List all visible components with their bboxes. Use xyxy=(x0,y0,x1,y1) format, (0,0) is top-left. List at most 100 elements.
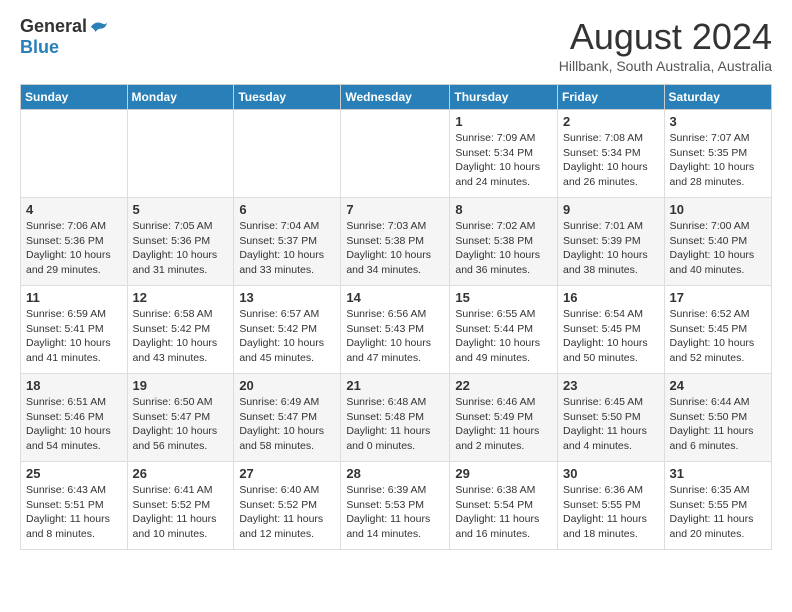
day-info: Sunrise: 6:39 AM Sunset: 5:53 PM Dayligh… xyxy=(346,483,444,542)
day-number: 5 xyxy=(133,202,229,217)
calendar-cell: 17Sunrise: 6:52 AM Sunset: 5:45 PM Dayli… xyxy=(664,286,771,374)
day-info: Sunrise: 6:45 AM Sunset: 5:50 PM Dayligh… xyxy=(563,395,659,454)
day-info: Sunrise: 7:03 AM Sunset: 5:38 PM Dayligh… xyxy=(346,219,444,278)
day-number: 29 xyxy=(455,466,552,481)
day-info: Sunrise: 6:48 AM Sunset: 5:48 PM Dayligh… xyxy=(346,395,444,454)
calendar-cell xyxy=(341,110,450,198)
day-number: 24 xyxy=(670,378,766,393)
day-info: Sunrise: 6:58 AM Sunset: 5:42 PM Dayligh… xyxy=(133,307,229,366)
day-number: 6 xyxy=(239,202,335,217)
calendar-cell: 20 Sunrise: 6:49 AM Sunset: 5:47 PM Dayli… xyxy=(234,374,341,462)
location-subtitle: Hillbank, South Australia, Australia xyxy=(559,58,772,74)
day-info: Sunrise: 6:56 AM Sunset: 5:43 PM Dayligh… xyxy=(346,307,444,366)
day-number: 27 xyxy=(239,466,335,481)
title-block: August 2024 Hillbank, South Australia, A… xyxy=(559,16,772,74)
day-info: Sunrise: 6:55 AM Sunset: 5:44 PM Dayligh… xyxy=(455,307,552,366)
day-number: 4 xyxy=(26,202,122,217)
logo: General Blue xyxy=(20,16,109,58)
day-info: Sunrise: 6:54 AM Sunset: 5:45 PM Dayligh… xyxy=(563,307,659,366)
dow-header: Sunday xyxy=(21,85,128,110)
calendar-cell: 19Sunrise: 6:50 AM Sunset: 5:47 PM Dayli… xyxy=(127,374,234,462)
dow-header: Friday xyxy=(558,85,665,110)
days-of-week-row: SundayMondayTuesdayWednesdayThursdayFrid… xyxy=(21,85,772,110)
day-number: 1 xyxy=(455,114,552,129)
day-number: 22 xyxy=(455,378,552,393)
day-info: Sunrise: 7:08 AM Sunset: 5:34 PM Dayligh… xyxy=(563,131,659,190)
day-number: 25 xyxy=(26,466,122,481)
calendar-week-row: 11Sunrise: 6:59 AM Sunset: 5:41 PM Dayli… xyxy=(21,286,772,374)
day-info: Sunrise: 7:07 AM Sunset: 5:35 PM Dayligh… xyxy=(670,131,766,190)
calendar-cell: 10 Sunrise: 7:00 AM Sunset: 5:40 PM Dayli… xyxy=(664,198,771,286)
dow-header: Monday xyxy=(127,85,234,110)
day-number: 9 xyxy=(563,202,659,217)
calendar-cell: 12 Sunrise: 6:58 AM Sunset: 5:42 PM Dayli… xyxy=(127,286,234,374)
calendar-cell: 26Sunrise: 6:41 AM Sunset: 5:52 PM Dayli… xyxy=(127,462,234,550)
day-number: 13 xyxy=(239,290,335,305)
day-info: Sunrise: 6:36 AM Sunset: 5:55 PM Dayligh… xyxy=(563,483,659,542)
day-number: 15 xyxy=(455,290,552,305)
day-number: 30 xyxy=(563,466,659,481)
day-info: Sunrise: 6:57 AM Sunset: 5:42 PM Dayligh… xyxy=(239,307,335,366)
logo-general-text: General xyxy=(20,16,87,37)
day-number: 26 xyxy=(133,466,229,481)
calendar-cell: 23 Sunrise: 6:45 AM Sunset: 5:50 PM Dayli… xyxy=(558,374,665,462)
dow-header: Tuesday xyxy=(234,85,341,110)
day-info: Sunrise: 6:44 AM Sunset: 5:50 PM Dayligh… xyxy=(670,395,766,454)
calendar-cell: 6 Sunrise: 7:04 AM Sunset: 5:37 PM Daylig… xyxy=(234,198,341,286)
calendar-cell: 22 Sunrise: 6:46 AM Sunset: 5:49 PM Dayli… xyxy=(450,374,558,462)
day-info: Sunrise: 6:50 AM Sunset: 5:47 PM Dayligh… xyxy=(133,395,229,454)
calendar-cell: 13 Sunrise: 6:57 AM Sunset: 5:42 PM Dayli… xyxy=(234,286,341,374)
calendar-cell xyxy=(21,110,128,198)
day-number: 18 xyxy=(26,378,122,393)
day-info: Sunrise: 6:46 AM Sunset: 5:49 PM Dayligh… xyxy=(455,395,552,454)
calendar-cell: 3 Sunrise: 7:07 AM Sunset: 5:35 PM Daylig… xyxy=(664,110,771,198)
calendar-cell: 18 Sunrise: 6:51 AM Sunset: 5:46 PM Dayli… xyxy=(21,374,128,462)
day-info: Sunrise: 7:04 AM Sunset: 5:37 PM Dayligh… xyxy=(239,219,335,278)
calendar-cell: 4Sunrise: 7:06 AM Sunset: 5:36 PM Daylig… xyxy=(21,198,128,286)
day-number: 14 xyxy=(346,290,444,305)
day-info: Sunrise: 6:40 AM Sunset: 5:52 PM Dayligh… xyxy=(239,483,335,542)
calendar-cell: 21 Sunrise: 6:48 AM Sunset: 5:48 PM Dayli… xyxy=(341,374,450,462)
day-number: 23 xyxy=(563,378,659,393)
calendar-week-row: 25Sunrise: 6:43 AM Sunset: 5:51 PM Dayli… xyxy=(21,462,772,550)
logo-blue-text: Blue xyxy=(20,37,59,57)
day-info: Sunrise: 6:59 AM Sunset: 5:41 PM Dayligh… xyxy=(26,307,122,366)
dow-header: Saturday xyxy=(664,85,771,110)
day-info: Sunrise: 7:05 AM Sunset: 5:36 PM Dayligh… xyxy=(133,219,229,278)
calendar-body: 1Sunrise: 7:09 AM Sunset: 5:34 PM Daylig… xyxy=(21,110,772,550)
month-year-title: August 2024 xyxy=(559,16,772,58)
calendar-cell: 28 Sunrise: 6:39 AM Sunset: 5:53 PM Dayli… xyxy=(341,462,450,550)
calendar-cell: 25Sunrise: 6:43 AM Sunset: 5:51 PM Dayli… xyxy=(21,462,128,550)
calendar-week-row: 1Sunrise: 7:09 AM Sunset: 5:34 PM Daylig… xyxy=(21,110,772,198)
day-number: 7 xyxy=(346,202,444,217)
day-number: 21 xyxy=(346,378,444,393)
day-info: Sunrise: 7:02 AM Sunset: 5:38 PM Dayligh… xyxy=(455,219,552,278)
calendar-cell xyxy=(127,110,234,198)
day-number: 12 xyxy=(133,290,229,305)
calendar-cell: 30 Sunrise: 6:36 AM Sunset: 5:55 PM Dayli… xyxy=(558,462,665,550)
calendar-cell: 14 Sunrise: 6:56 AM Sunset: 5:43 PM Dayli… xyxy=(341,286,450,374)
day-number: 8 xyxy=(455,202,552,217)
day-info: Sunrise: 6:51 AM Sunset: 5:46 PM Dayligh… xyxy=(26,395,122,454)
calendar-cell: 8 Sunrise: 7:02 AM Sunset: 5:38 PM Daylig… xyxy=(450,198,558,286)
day-number: 20 xyxy=(239,378,335,393)
calendar-cell xyxy=(234,110,341,198)
day-info: Sunrise: 6:49 AM Sunset: 5:47 PM Dayligh… xyxy=(239,395,335,454)
day-info: Sunrise: 7:00 AM Sunset: 5:40 PM Dayligh… xyxy=(670,219,766,278)
day-number: 2 xyxy=(563,114,659,129)
calendar-table: SundayMondayTuesdayWednesdayThursdayFrid… xyxy=(20,84,772,550)
day-number: 31 xyxy=(670,466,766,481)
day-number: 17 xyxy=(670,290,766,305)
day-number: 10 xyxy=(670,202,766,217)
day-number: 3 xyxy=(670,114,766,129)
calendar-cell: 7 Sunrise: 7:03 AM Sunset: 5:38 PM Daylig… xyxy=(341,198,450,286)
calendar-cell: 5 Sunrise: 7:05 AM Sunset: 5:36 PM Daylig… xyxy=(127,198,234,286)
calendar-cell: 24 Sunrise: 6:44 AM Sunset: 5:50 PM Dayli… xyxy=(664,374,771,462)
calendar-cell: 31Sunrise: 6:35 AM Sunset: 5:55 PM Dayli… xyxy=(664,462,771,550)
calendar-cell: 16 Sunrise: 6:54 AM Sunset: 5:45 PM Dayli… xyxy=(558,286,665,374)
dow-header: Wednesday xyxy=(341,85,450,110)
calendar-cell: 2 Sunrise: 7:08 AM Sunset: 5:34 PM Daylig… xyxy=(558,110,665,198)
day-number: 16 xyxy=(563,290,659,305)
calendar-week-row: 18 Sunrise: 6:51 AM Sunset: 5:46 PM Dayli… xyxy=(21,374,772,462)
day-number: 28 xyxy=(346,466,444,481)
